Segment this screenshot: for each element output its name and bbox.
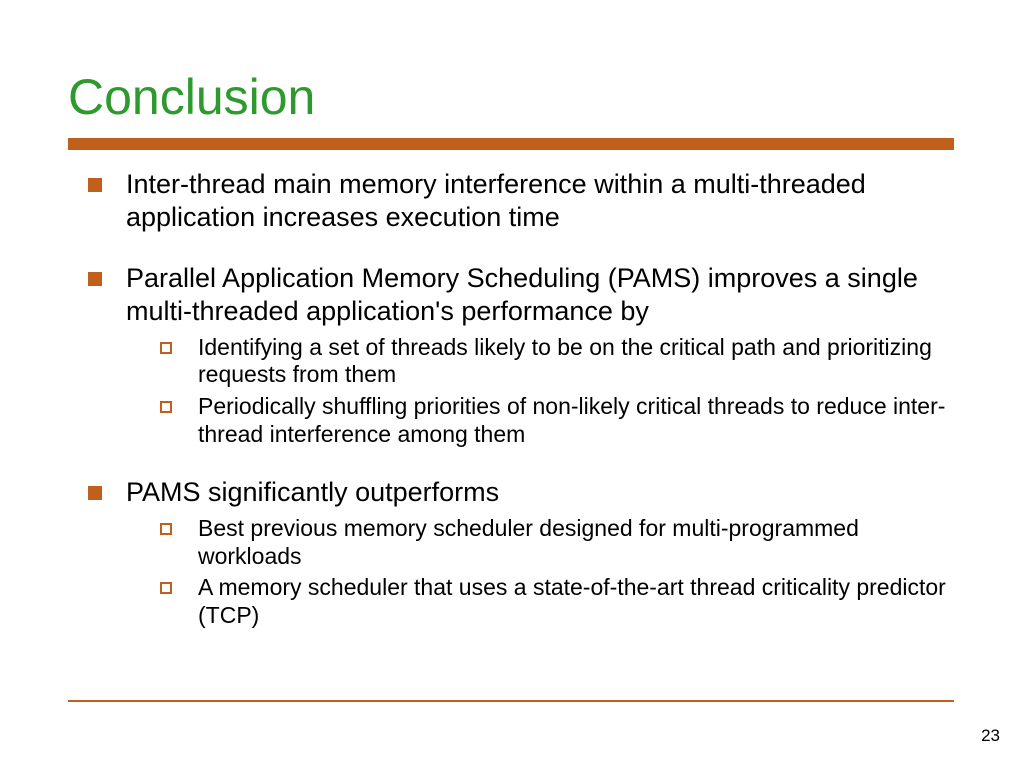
bullet-text: Parallel Application Memory Scheduling (… — [126, 262, 956, 328]
sub-bullet-group: Identifying a set of threads likely to b… — [160, 334, 956, 448]
bullet-text: PAMS significantly outperforms — [126, 476, 956, 509]
sub-bullet-item: Best previous memory scheduler designed … — [160, 515, 956, 570]
bullet-item: Parallel Application Memory Scheduling (… — [88, 262, 956, 328]
bullet-item: Inter-thread main memory interference wi… — [88, 168, 956, 234]
slide: Conclusion Inter-thread main memory inte… — [0, 0, 1024, 768]
square-bullet-icon — [88, 486, 102, 500]
page-number: 23 — [981, 726, 1000, 746]
sub-bullet-text: Best previous memory scheduler designed … — [198, 515, 956, 570]
sub-bullet-text: Identifying a set of threads likely to b… — [198, 334, 956, 389]
hollow-square-bullet-icon — [160, 342, 172, 354]
sub-bullet-item: Identifying a set of threads likely to b… — [160, 334, 956, 389]
title-underline — [68, 138, 954, 150]
sub-bullet-text: A memory scheduler that uses a state-of-… — [198, 574, 956, 629]
bullet-text: Inter-thread main memory interference wi… — [126, 168, 956, 234]
hollow-square-bullet-icon — [160, 401, 172, 413]
bullet-item: PAMS significantly outperforms — [88, 476, 956, 509]
sub-bullet-text: Periodically shuffling priorities of non… — [198, 393, 956, 448]
slide-content: Inter-thread main memory interference wi… — [88, 168, 956, 633]
sub-bullet-group: Best previous memory scheduler designed … — [160, 515, 956, 629]
footer-line — [68, 700, 954, 702]
hollow-square-bullet-icon — [160, 523, 172, 535]
slide-title: Conclusion — [68, 68, 315, 126]
hollow-square-bullet-icon — [160, 582, 172, 594]
sub-bullet-item: A memory scheduler that uses a state-of-… — [160, 574, 956, 629]
square-bullet-icon — [88, 272, 102, 286]
square-bullet-icon — [88, 178, 102, 192]
sub-bullet-item: Periodically shuffling priorities of non… — [160, 393, 956, 448]
